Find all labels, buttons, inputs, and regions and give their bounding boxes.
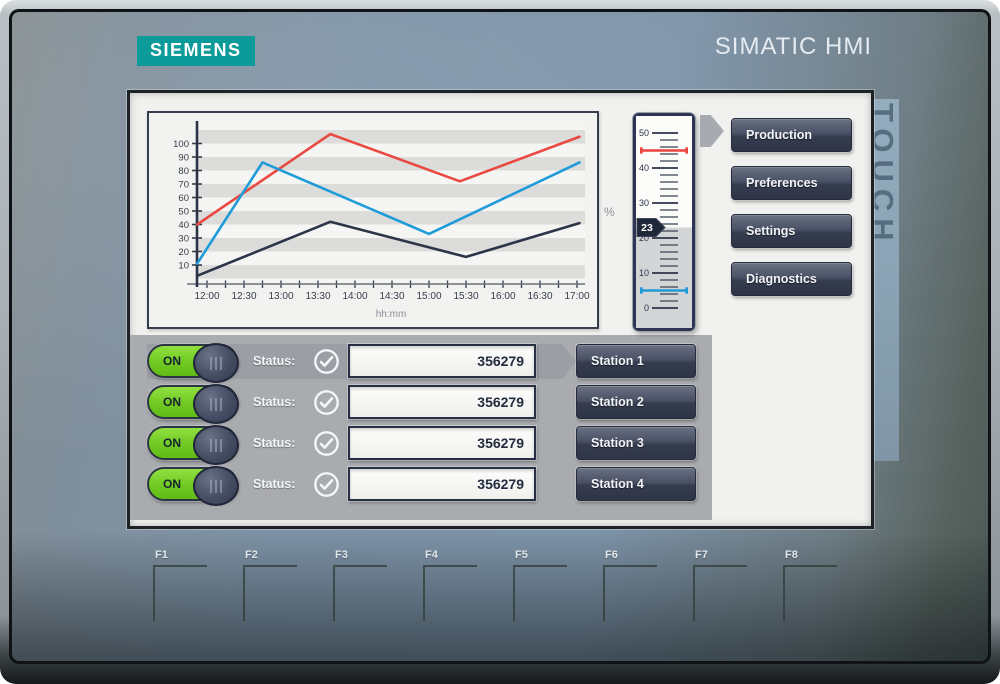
fkey-outline (693, 565, 747, 621)
status-label: Status: (253, 436, 295, 450)
station-row-1: ON Status: 356279 Station 1 (130, 344, 712, 379)
svg-text:23: 23 (641, 222, 653, 234)
siemens-logo: SIEMENS (137, 36, 255, 66)
fkey-f3[interactable]: F3 (333, 549, 391, 621)
svg-text:50: 50 (639, 128, 649, 138)
power-toggle-4[interactable]: ON (147, 467, 238, 501)
svg-text:16:00: 16:00 (490, 291, 515, 302)
hmi-device: SIEMENS SIMATIC HMI TOUCH 10203040506070… (0, 0, 1000, 684)
status-label: Status: (253, 395, 295, 409)
power-toggle-2[interactable]: ON (147, 385, 238, 419)
svg-text:0: 0 (644, 303, 649, 313)
svg-text:13:00: 13:00 (268, 291, 293, 302)
svg-text:15:00: 15:00 (416, 291, 441, 302)
counter-value: 356279 (477, 476, 524, 492)
toggle-knob[interactable] (193, 466, 239, 506)
svg-text:90: 90 (178, 153, 189, 164)
menu-pointer-icon (700, 115, 724, 147)
menu-button-settings[interactable]: Settings (731, 214, 852, 248)
station-button-2[interactable]: Station 2 (576, 385, 696, 419)
menu-button-diagnostics[interactable]: Diagnostics (731, 262, 852, 296)
fkey-f6[interactable]: F6 (603, 549, 661, 621)
svg-text:30: 30 (639, 198, 649, 208)
toggle-knob[interactable] (193, 384, 239, 424)
svg-text:16:30: 16:30 (527, 291, 552, 302)
svg-text:40: 40 (178, 220, 189, 231)
level-slider[interactable]: 0102030405023 (633, 113, 695, 331)
svg-text:14:30: 14:30 (379, 291, 404, 302)
svg-text:60: 60 (178, 193, 189, 204)
fkey-outline (333, 565, 387, 621)
svg-text:40: 40 (639, 163, 649, 173)
status-label: Status: (253, 354, 295, 368)
toggle-state-label: ON (163, 395, 181, 409)
counter-value: 356279 (477, 353, 524, 369)
fkey-outline (423, 565, 477, 621)
menu-button-preferences[interactable]: Preferences (731, 166, 852, 200)
fkey-outline (243, 565, 297, 621)
svg-text:15:30: 15:30 (453, 291, 478, 302)
station-button-3[interactable]: Station 3 (576, 426, 696, 460)
trend-chart: 10 20 30 40 50 60 70 80 90 100 12:00 12:30 13:00 13:3… (147, 111, 599, 329)
svg-text:70: 70 (178, 180, 189, 191)
counter-value: 356279 (477, 394, 524, 410)
product-title: SIMATIC HMI (715, 33, 872, 61)
svg-text:17:00: 17:00 (564, 291, 589, 302)
toggle-state-label: ON (163, 354, 181, 368)
toggle-knob[interactable] (193, 343, 239, 383)
fkey-f8[interactable]: F8 (783, 549, 841, 621)
fkey-outline (513, 565, 567, 621)
station-button-1[interactable]: Station 1 (576, 344, 696, 378)
chart-unit-label: % (604, 205, 615, 219)
power-toggle-1[interactable]: ON (147, 344, 238, 378)
svg-text:12:30: 12:30 (231, 291, 256, 302)
counter-value: 356279 (477, 435, 524, 451)
fkey-outline (783, 565, 837, 621)
counter-field-3[interactable]: 356279 (348, 426, 536, 460)
counter-field-1[interactable]: 356279 (348, 344, 536, 378)
counter-field-2[interactable]: 356279 (348, 385, 536, 419)
svg-text:10: 10 (639, 268, 649, 278)
status-ok-icon (313, 430, 340, 457)
svg-text:50: 50 (178, 207, 189, 218)
station-button-4[interactable]: Station 4 (576, 467, 696, 501)
svg-text:14:00: 14:00 (342, 291, 367, 302)
station-row-4: ON Status: 356279 Station 4 (130, 467, 712, 502)
fkey-outline (153, 565, 207, 621)
svg-text:20: 20 (178, 247, 189, 258)
svg-text:13:30: 13:30 (305, 291, 330, 302)
status-ok-icon (313, 389, 340, 416)
power-toggle-3[interactable]: ON (147, 426, 238, 460)
status-ok-icon (313, 471, 340, 498)
status-ok-icon (313, 348, 340, 375)
counter-field-4[interactable]: 356279 (348, 467, 536, 501)
menu-button-production[interactable]: Production (731, 118, 852, 152)
status-label: Status: (253, 477, 295, 491)
fkey-f2[interactable]: F2 (243, 549, 301, 621)
fkey-outline (603, 565, 657, 621)
toggle-knob[interactable] (193, 425, 239, 465)
toggle-state-label: ON (163, 477, 181, 491)
level-slider-svg: 0102030405023 (636, 116, 692, 328)
svg-text:100: 100 (173, 139, 189, 150)
station-row-3: ON Status: 356279 Station 3 (130, 426, 712, 461)
svg-text:12:00: 12:00 (194, 291, 219, 302)
station-row-2: ON Status: 356279 Station 2 (130, 385, 712, 420)
trend-chart-svg: 10 20 30 40 50 60 70 80 90 100 12:00 12:30 13:00 13:3… (149, 113, 593, 323)
svg-text:hh:mm: hh:mm (376, 309, 407, 320)
fkey-f5[interactable]: F5 (513, 549, 571, 621)
svg-text:80: 80 (178, 166, 189, 177)
screen: 10203040506070809010012:0012:3013:0013:3… (127, 90, 874, 529)
svg-text:30: 30 (178, 234, 189, 245)
toggle-state-label: ON (163, 436, 181, 450)
svg-text:10: 10 (178, 261, 189, 272)
fkey-f1[interactable]: F1 (153, 549, 211, 621)
fkey-f7[interactable]: F7 (693, 549, 751, 621)
fkey-f4[interactable]: F4 (423, 549, 481, 621)
